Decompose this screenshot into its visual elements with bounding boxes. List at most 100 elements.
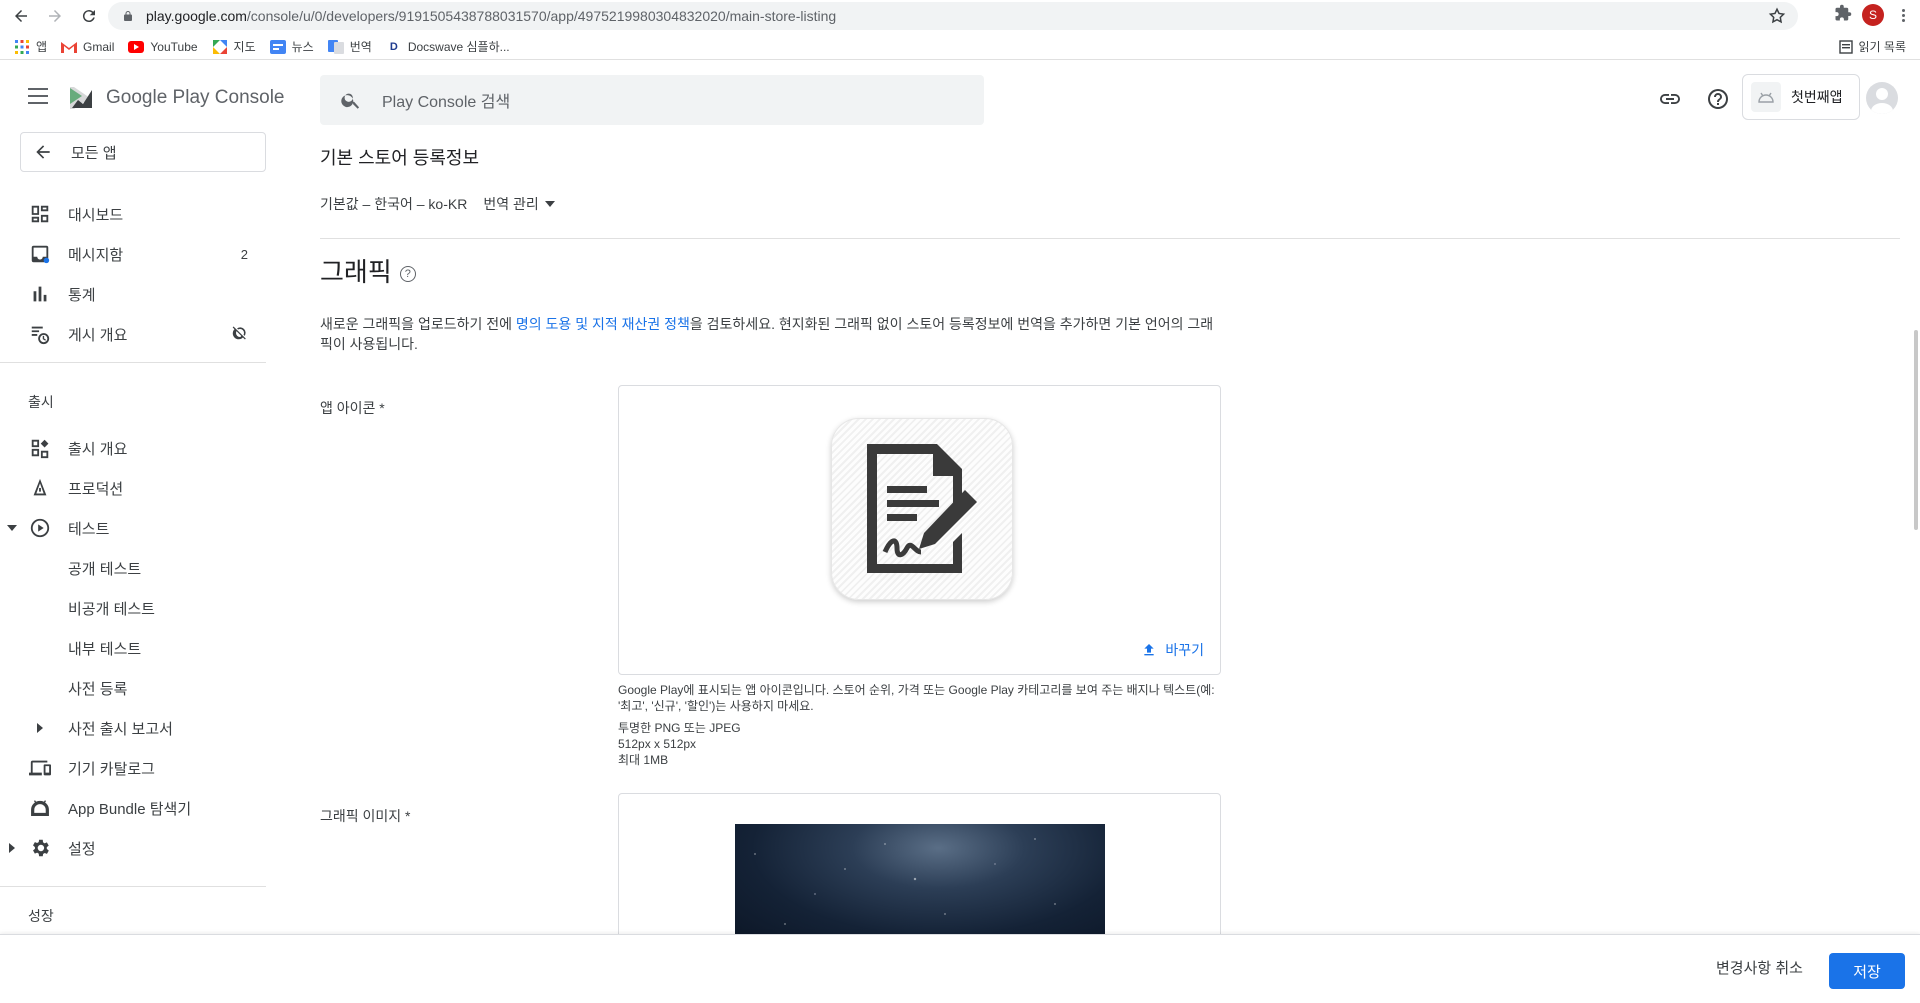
app-icon-help: Google Play에 표시되는 앱 아이콘입니다. 스토어 순위, 가격 또…: [618, 683, 1215, 713]
save-button[interactable]: 저장: [1829, 953, 1905, 989]
play-console-logo[interactable]: Google Play Console: [68, 84, 285, 112]
reading-list-label: 읽기 목록: [1858, 40, 1907, 54]
release-section-title: 출시: [28, 394, 54, 410]
sidebar-item-closed-testing[interactable]: 비공개 테스트: [0, 588, 266, 628]
browser-menu-icon[interactable]: [1894, 6, 1912, 24]
bookmark-news[interactable]: 뉴스: [269, 34, 314, 60]
sidebar-item-publishing-overview[interactable]: 게시 개요: [0, 314, 266, 354]
extensions-icon[interactable]: [1834, 4, 1852, 26]
link-icon[interactable]: [1657, 86, 1683, 112]
ip-policy-link[interactable]: 명의 도용 및 지적 재산권 정책: [516, 316, 690, 332]
youtube-icon: [128, 39, 145, 55]
forward-arrow-icon[interactable]: [42, 3, 68, 29]
url-host: play.google.com: [146, 8, 247, 24]
all-apps-button[interactable]: 모든 앱: [20, 132, 266, 172]
sidebar-item-pre-launch-report[interactable]: 사전 출시 보고서: [0, 708, 266, 748]
sidebar-item-inbox[interactable]: 메시지함 2: [0, 234, 266, 274]
news-icon: [269, 39, 286, 55]
sidebar-item-production[interactable]: 프로덕션: [0, 468, 266, 508]
sidebar-item-open-testing[interactable]: 공개 테스트: [0, 548, 266, 588]
gear-icon: [28, 836, 52, 860]
bookmark-maps[interactable]: 지도: [212, 34, 256, 60]
sidebar-item-settings[interactable]: 설정: [0, 828, 266, 868]
bookmark-star-icon[interactable]: [1768, 7, 1786, 25]
bookmarks-bar: 앱 Gmail YouTube 지도 뉴스 번역 D Docswave 심플하.…: [0, 34, 1920, 60]
menu-icon[interactable]: [28, 88, 48, 104]
address-bar[interactable]: play.google.com/console/u/0/developers/9…: [108, 2, 1798, 30]
sidebar-divider: [0, 362, 266, 363]
production-flask-icon: [28, 476, 52, 500]
sidebar-item-testing[interactable]: 테스트: [0, 508, 266, 548]
help-icon[interactable]: [1705, 86, 1731, 112]
search-icon: [341, 93, 360, 109]
account-avatar[interactable]: [1866, 82, 1898, 114]
bookmark-label: 번역: [349, 40, 372, 54]
page-title: 기본 스토어 등록정보: [320, 148, 480, 168]
save-bar: 변경사항 취소 저장: [0, 934, 1920, 1003]
sidebar-item-label: 출시 개요: [68, 440, 128, 458]
page-scrollbar[interactable]: [1914, 330, 1918, 530]
sidebar-item-statistics[interactable]: 통계: [0, 274, 266, 314]
app-header: Google Play Console Play Console 검색 첫번째앱: [0, 62, 1920, 134]
sidebar-item-label: 프로덕션: [68, 480, 124, 498]
sidebar-item-label: 대시보드: [68, 206, 124, 224]
search-input[interactable]: Play Console 검색: [320, 75, 984, 125]
feature-graphic-label: 그래픽 이미지 *: [320, 808, 411, 824]
bookmark-label: 뉴스: [291, 40, 314, 54]
discard-changes-button[interactable]: 변경사항 취소: [1716, 957, 1803, 978]
docswave-icon: D: [389, 40, 398, 53]
bookmark-translate[interactable]: 번역: [327, 34, 372, 60]
sidebar-item-app-bundle-explorer[interactable]: App Bundle 탐색기: [0, 788, 266, 828]
upload-icon: [1144, 644, 1155, 656]
default-language: 기본값 – 한국어 – ko-KR: [320, 196, 468, 212]
app-name: 첫번째앱: [1791, 89, 1843, 105]
sidebar: 모든 앱 대시보드 메시지함 2 통계 게시 개요 출시 출시 개요 프로덕션 …: [0, 132, 266, 934]
translate-icon: [327, 39, 344, 55]
sidebar-item-release-overview[interactable]: 출시 개요: [0, 428, 266, 468]
sidebar-item-device-catalog[interactable]: 기기 카탈로그: [0, 748, 266, 788]
sidebar-item-dashboard[interactable]: 대시보드: [0, 194, 266, 234]
graphics-description: 새로운 그래픽을 업로드하기 전에 명의 도용 및 지적 재산권 정책을 검토하…: [320, 314, 1220, 354]
bookmark-apps[interactable]: 앱: [14, 34, 47, 60]
bookmark-gmail[interactable]: Gmail: [61, 34, 114, 60]
inbox-count-badge: 2: [240, 246, 248, 262]
sidebar-item-label: 사전 등록: [68, 680, 128, 698]
bookmark-label: YouTube: [150, 39, 198, 54]
sidebar-item-label: 기기 카탈로그: [68, 760, 155, 778]
app-icon-card: 바꾸기: [618, 385, 1221, 675]
bookmark-docswave[interactable]: D Docswave 심플하...: [386, 34, 510, 60]
manage-translations-button[interactable]: 번역 관리: [483, 194, 555, 214]
chevron-right-icon[interactable]: [6, 842, 18, 854]
sidebar-item-label: 설정: [68, 840, 96, 858]
feature-graphic-preview: [735, 824, 1105, 944]
devices-icon: [28, 756, 52, 780]
sidebar-item-label: 메시지함: [68, 246, 124, 264]
browser-toolbar: play.google.com/console/u/0/developers/9…: [0, 0, 1920, 32]
chevron-right-icon[interactable]: [34, 722, 46, 734]
graphics-section-title: 그래픽 ?: [320, 252, 416, 289]
sidebar-item-pre-registration[interactable]: 사전 등록: [0, 668, 266, 708]
sidebar-item-label: 비공개 테스트: [68, 600, 155, 618]
back-arrow-icon[interactable]: [8, 3, 34, 29]
replace-icon-button[interactable]: 바꾸기: [1141, 640, 1204, 660]
gmail-icon: [61, 39, 78, 55]
all-apps-label: 모든 앱: [71, 144, 117, 162]
bookmark-youtube[interactable]: YouTube: [128, 34, 198, 60]
sidebar-item-label: 게시 개요: [68, 326, 128, 344]
maps-icon: [212, 39, 228, 55]
sidebar-item-label: 공개 테스트: [68, 560, 142, 578]
profile-avatar[interactable]: S: [1862, 4, 1884, 26]
chevron-down-icon: [544, 201, 555, 207]
chevron-down-icon[interactable]: [6, 522, 18, 534]
back-arrow-icon: [36, 145, 50, 159]
bookmark-label: 지도: [233, 40, 256, 54]
icon-format-spec: 투명한 PNG 또는 JPEG: [618, 721, 741, 735]
sidebar-item-internal-testing[interactable]: 내부 테스트: [0, 628, 266, 668]
help-icon[interactable]: ?: [399, 265, 416, 282]
reading-list[interactable]: 읽기 목록: [1838, 38, 1907, 55]
sidebar-divider: [0, 886, 266, 887]
icon-filesize-spec: 최대 1MB: [618, 753, 669, 767]
reading-list-icon: [1838, 39, 1853, 54]
reload-icon[interactable]: [76, 3, 102, 29]
app-selector[interactable]: 첫번째앱: [1742, 74, 1860, 120]
